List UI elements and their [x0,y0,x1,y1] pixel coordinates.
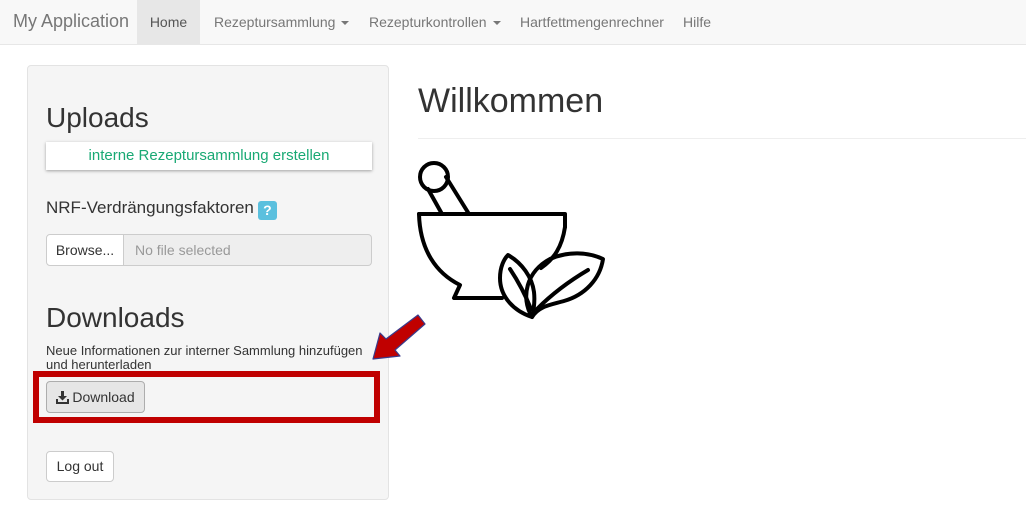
nav-hartfettmengenrechner-label: Hartfettmengenrechner [520,14,664,30]
page-title: Willkommen [418,82,604,120]
uploads-heading: Uploads [46,102,149,133]
nav-hilfe-label: Hilfe [683,14,712,30]
app-brand[interactable]: My Application [13,11,129,32]
file-name-field[interactable]: No file selected [124,234,372,266]
caret-down-icon [341,21,350,26]
mortar-pestle-herb-icon [417,161,605,319]
downloads-heading: Downloads [46,302,185,333]
download-button-label: Download [72,389,135,405]
nrf-label-text: NRF-Verdrängungsfaktoren [46,198,254,217]
download-button[interactable]: Download [46,381,145,413]
nav-rezeptursammlung[interactable]: Rezeptursammlung [200,0,363,44]
download-icon [56,391,70,404]
nav-hartfettmengenrechner[interactable]: Hartfettmengenrechner [506,0,678,44]
create-collection-button[interactable]: interne Rezeptursammlung erstellen [46,142,372,170]
help-icon[interactable]: ? [257,201,277,220]
nav-home-label: Home [149,14,188,30]
nrf-upload-label: NRF-Verdrängungsfaktoren? [46,198,277,220]
file-input-group: Browse... No file selected [46,234,372,266]
nav-rezepturkontrollen-label: Rezepturkontrollen [369,14,487,30]
caret-down-icon [492,21,501,26]
downloads-info-text: Neue Informationen zur interner Sammlung… [46,343,363,372]
title-divider [418,138,1026,139]
nav-hilfe[interactable]: Hilfe [669,0,725,44]
sidebar-panel: Uploads interne Rezeptursammlung erstell… [27,65,389,500]
nav-home[interactable]: Home [137,0,200,44]
logout-button[interactable]: Log out [46,451,114,482]
navbar: My Application Home Rezeptursammlung Rez… [0,0,1026,45]
browse-button[interactable]: Browse... [46,234,124,266]
nav-rezeptursammlung-label: Rezeptursammlung [214,14,336,30]
nav-rezepturkontrollen[interactable]: Rezepturkontrollen [355,0,515,44]
